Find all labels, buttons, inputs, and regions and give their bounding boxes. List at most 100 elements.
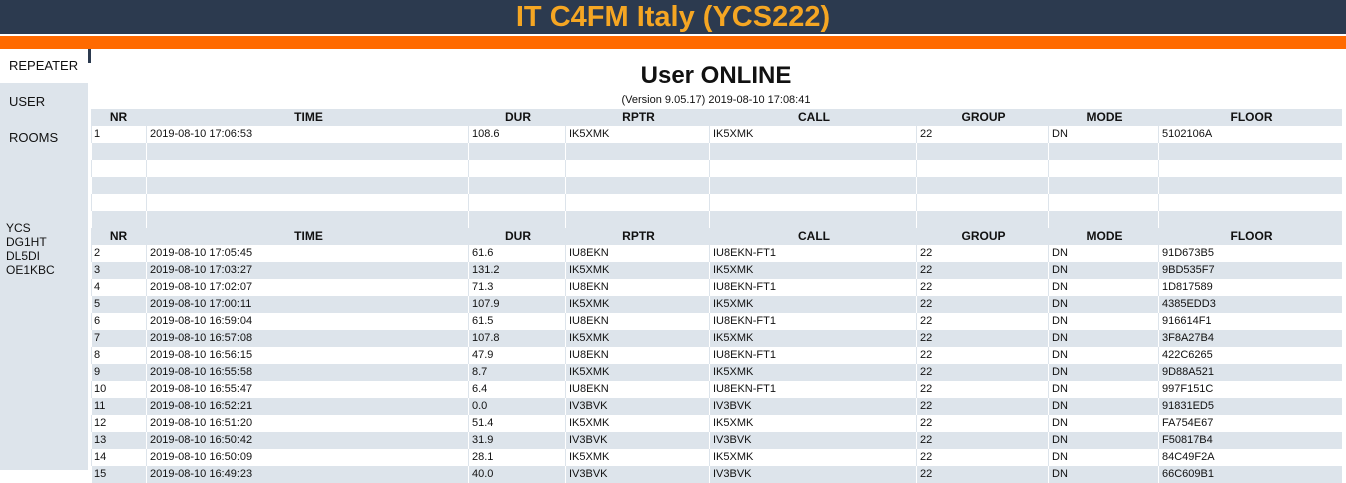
column-header-nr: NR (109, 229, 128, 243)
cell-group: 22 (916, 449, 1048, 466)
cell-nr: 13 (91, 432, 146, 449)
cell-call: IV3BVK (709, 398, 916, 415)
page-title: User ONLINE (640, 62, 792, 89)
table-row-empty (91, 160, 1342, 177)
cell-time: 2019-08-10 17:02:07 (146, 279, 468, 296)
cell-call: IK5XMK (709, 364, 916, 381)
column-header-time: TIME (294, 229, 323, 243)
cell-time: 2019-08-10 16:50:42 (146, 432, 468, 449)
cell-group (916, 160, 1048, 177)
cell-floor: F50817B4 (1158, 432, 1342, 449)
table-row: 2 2019-08-10 17:05:45 61.6 IU8EKN IU8EKN-FT1… (91, 245, 1342, 262)
cell-time: 2019-08-10 16:52:21 (146, 398, 468, 415)
cell-mode: DN (1048, 262, 1158, 279)
cell-rptr: IK5XMK (565, 126, 709, 143)
cell-mode: DN (1048, 449, 1158, 466)
cell-group: 22 (916, 381, 1048, 398)
cell-dur: 0.0 (468, 398, 565, 415)
sidebar-item-user[interactable]: USER (0, 85, 88, 119)
sidebar-item-rooms[interactable]: ROOMS (0, 121, 88, 155)
column-header-mode: MODE (1086, 229, 1123, 243)
table-row-empty (91, 177, 1342, 194)
cell-nr: 1 (91, 126, 146, 143)
table-row: 10 2019-08-10 16:55:47 6.4 IU8EKN IU8EKN-FT1… (91, 381, 1342, 398)
cell-mode: DN (1048, 466, 1158, 483)
cell-rptr: IK5XMK (565, 449, 709, 466)
table-row: 15 2019-08-10 16:49:23 40.0 IV3BVK IV3BVK 22 D… (91, 466, 1342, 483)
table-row-empty (91, 143, 1342, 160)
cell-floor: 4385EDD3 (1158, 296, 1342, 313)
room-item: DG1HT (6, 235, 47, 249)
cell-floor: 3F8A27B4 (1158, 330, 1342, 347)
cell-rptr: IU8EKN (565, 347, 709, 364)
cell-nr (91, 211, 146, 228)
table-row: 5 2019-08-10 17:00:11 107.9 IK5XMK IK5XMK 22 D… (91, 296, 1342, 313)
cell-mode: DN (1048, 398, 1158, 415)
cell-dur: 28.1 (468, 449, 565, 466)
cell-dur: 61.6 (468, 245, 565, 262)
cell-time: 2019-08-10 16:56:15 (146, 347, 468, 364)
cell-nr: 15 (91, 466, 146, 483)
cell-group (916, 194, 1048, 211)
cell-group: 22 (916, 364, 1048, 381)
cell-mode: DN (1048, 296, 1158, 313)
cell-nr: 3 (91, 262, 146, 279)
cell-nr: 12 (91, 415, 146, 432)
table-row: 12 2019-08-10 16:51:20 51.4 IK5XMK IK5XMK 22 D… (91, 415, 1342, 432)
cell-nr: 5 (91, 296, 146, 313)
cell-rptr: IU8EKN (565, 313, 709, 330)
cell-call: IK5XMK (709, 126, 916, 143)
cell-nr: 10 (91, 381, 146, 398)
cell-dur: 40.0 (468, 466, 565, 483)
cell-group (916, 177, 1048, 194)
column-header-floor: FLOOR (1230, 229, 1273, 243)
cell-floor: 9BD535F7 (1158, 262, 1342, 279)
cell-rptr: IU8EKN (565, 381, 709, 398)
cell-floor: 422C6265 (1158, 347, 1342, 364)
cell-rptr (565, 177, 709, 194)
room-list: YCS DG1HT DL5DI OE1KBC (6, 221, 55, 277)
cell-nr (91, 177, 146, 194)
cell-rptr: IU8EKN (565, 245, 709, 262)
cell-floor: 84C49F2A (1158, 449, 1342, 466)
cell-floor (1158, 143, 1342, 160)
table-row-empty (91, 211, 1342, 228)
cell-rptr: IV3BVK (565, 466, 709, 483)
cell-mode: DN (1048, 432, 1158, 449)
cell-call: IU8EKN-FT1 (709, 381, 916, 398)
cell-call: IK5XMK (709, 449, 916, 466)
cell-mode (1048, 160, 1158, 177)
cell-call: IK5XMK (709, 330, 916, 347)
table-header: NR TIME DUR RPTR CALL GROUP MODE FLOOR (91, 228, 1342, 245)
cell-time: 2019-08-10 17:00:11 (146, 296, 468, 313)
cell-call (709, 177, 916, 194)
cell-rptr (565, 143, 709, 160)
cell-time: 2019-08-10 16:49:23 (146, 466, 468, 483)
cell-floor: 66C609B1 (1158, 466, 1342, 483)
cell-group: 22 (916, 347, 1048, 364)
cell-dur: 108.6 (468, 126, 565, 143)
cell-mode: DN (1048, 313, 1158, 330)
sidebar: REPEATER USER ROOMS YCS DG1HT DL5DI OE1K… (0, 49, 88, 470)
cell-time: 2019-08-10 17:06:53 (146, 126, 468, 143)
sidebar-item-repeater[interactable]: REPEATER (0, 49, 88, 83)
cell-dur: 51.4 (468, 415, 565, 432)
table-row: 13 2019-08-10 16:50:42 31.9 IV3BVK IV3BVK 22 D… (91, 432, 1342, 449)
cell-dur (468, 160, 565, 177)
cell-call (709, 194, 916, 211)
cell-rptr: IK5XMK (565, 415, 709, 432)
table-row: 6 2019-08-10 16:59:04 61.5 IU8EKN IU8EKN-FT1… (91, 313, 1342, 330)
cell-call: IK5XMK (709, 415, 916, 432)
cell-mode: DN (1048, 381, 1158, 398)
cell-dur (468, 211, 565, 228)
cell-nr (91, 143, 146, 160)
column-header-time: TIME (294, 110, 323, 124)
cell-rptr: IU8EKN (565, 279, 709, 296)
table-row-empty (91, 194, 1342, 211)
cell-rptr (565, 160, 709, 177)
cell-mode: DN (1048, 364, 1158, 381)
cell-group: 22 (916, 432, 1048, 449)
cell-floor: 997F151C (1158, 381, 1342, 398)
cell-rptr (565, 211, 709, 228)
cell-dur: 71.3 (468, 279, 565, 296)
